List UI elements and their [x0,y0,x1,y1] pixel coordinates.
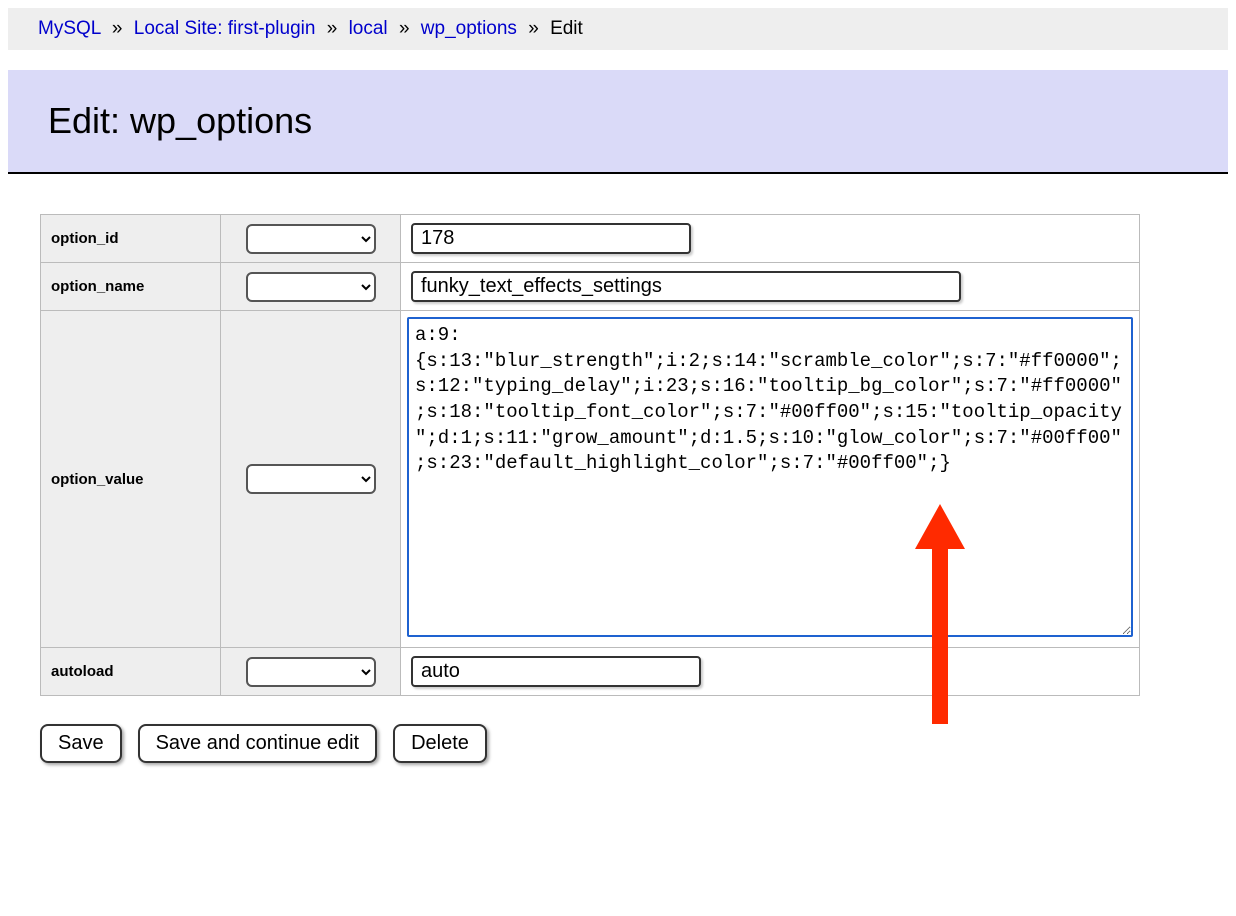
label-option-value: option_value [41,311,221,648]
function-select-option-id[interactable] [246,224,376,254]
breadcrumb-mysql[interactable]: MySQL [38,18,101,39]
breadcrumb-separator: » [327,18,338,39]
textarea-option-value[interactable]: a:9:{s:13:"blur_strength";i:2;s:14:"scra… [407,317,1133,637]
row-option-id: option_id [41,215,1140,263]
input-option-name[interactable] [411,271,961,302]
row-autoload: autoload [41,648,1140,696]
edit-form: option_id option_name option_value a:9 [0,174,1236,783]
input-option-id[interactable] [411,223,691,254]
breadcrumb-table[interactable]: wp_options [421,18,517,39]
save-button[interactable]: Save [40,724,122,763]
delete-button[interactable]: Delete [393,724,487,763]
page-title: Edit: wp_options [48,100,1188,142]
breadcrumb-site[interactable]: Local Site: first-plugin [134,18,316,39]
form-table: option_id option_name option_value a:9 [40,214,1140,696]
input-autoload[interactable] [411,656,701,687]
page-header: Edit: wp_options [8,70,1228,174]
function-select-option-name[interactable] [246,272,376,302]
save-continue-button[interactable]: Save and continue edit [138,724,378,763]
breadcrumb-current: Edit [550,18,583,39]
breadcrumb: MySQL » Local Site: first-plugin » local… [8,8,1228,50]
label-option-id: option_id [41,215,221,263]
breadcrumb-database[interactable]: local [349,18,388,39]
row-option-value: option_value a:9:{s:13:"blur_strength";i… [41,311,1140,648]
breadcrumb-separator: » [528,18,539,39]
row-option-name: option_name [41,263,1140,311]
function-select-option-value[interactable] [246,464,376,494]
function-select-autoload[interactable] [246,657,376,687]
label-autoload: autoload [41,648,221,696]
label-option-name: option_name [41,263,221,311]
button-row: Save Save and continue edit Delete [40,724,1196,763]
breadcrumb-separator: » [112,18,123,39]
breadcrumb-separator: » [399,18,410,39]
